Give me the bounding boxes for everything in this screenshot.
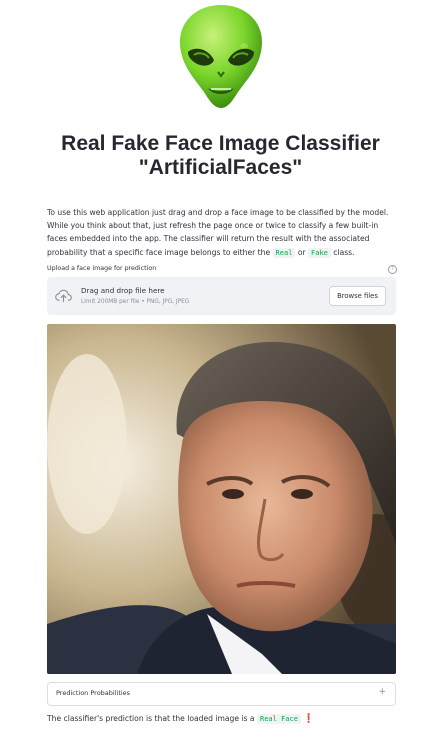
fake-class-code: Fake	[308, 247, 331, 258]
intro-or-text: or	[295, 247, 309, 257]
title-line-2: "ArtificialFaces"	[138, 156, 303, 179]
cloud-upload-icon	[55, 289, 72, 303]
help-icon[interactable]: ?	[388, 265, 397, 274]
title-line-1: Real Fake Face Image Classifier	[61, 132, 380, 155]
exclamation-icon: ❗	[303, 714, 315, 724]
browse-files-button[interactable]: Browse files	[329, 286, 386, 306]
real-class-code: Real	[272, 247, 296, 258]
intro-paragraph: To use this web application just drag an…	[47, 206, 397, 260]
dropzone-limit-text: Limit 200MB per file • PNG, JPG, JPEG	[81, 299, 190, 305]
intro-text-end: class.	[330, 247, 355, 257]
face-image	[47, 324, 396, 674]
prediction-prefix: The classifier's prediction is that the …	[47, 714, 257, 723]
expander-label: Prediction Probabilities	[56, 689, 131, 697]
dropzone-title: Drag and drop file here	[81, 286, 165, 295]
file-dropzone[interactable]: Drag and drop file here Limit 200MB per …	[47, 277, 396, 315]
alien-logo	[180, 5, 262, 108]
prediction-probabilities-expander[interactable]: Prediction Probabilities +	[47, 682, 396, 706]
page-title: Real Fake Face Image Classifier "Artific…	[20, 132, 421, 180]
expand-plus-icon[interactable]: +	[378, 687, 386, 697]
prediction-text: The classifier's prediction is that the …	[47, 714, 315, 724]
uploader-label: Upload a face image for prediction	[47, 265, 157, 272]
prediction-label-code: Real Face	[257, 714, 301, 724]
